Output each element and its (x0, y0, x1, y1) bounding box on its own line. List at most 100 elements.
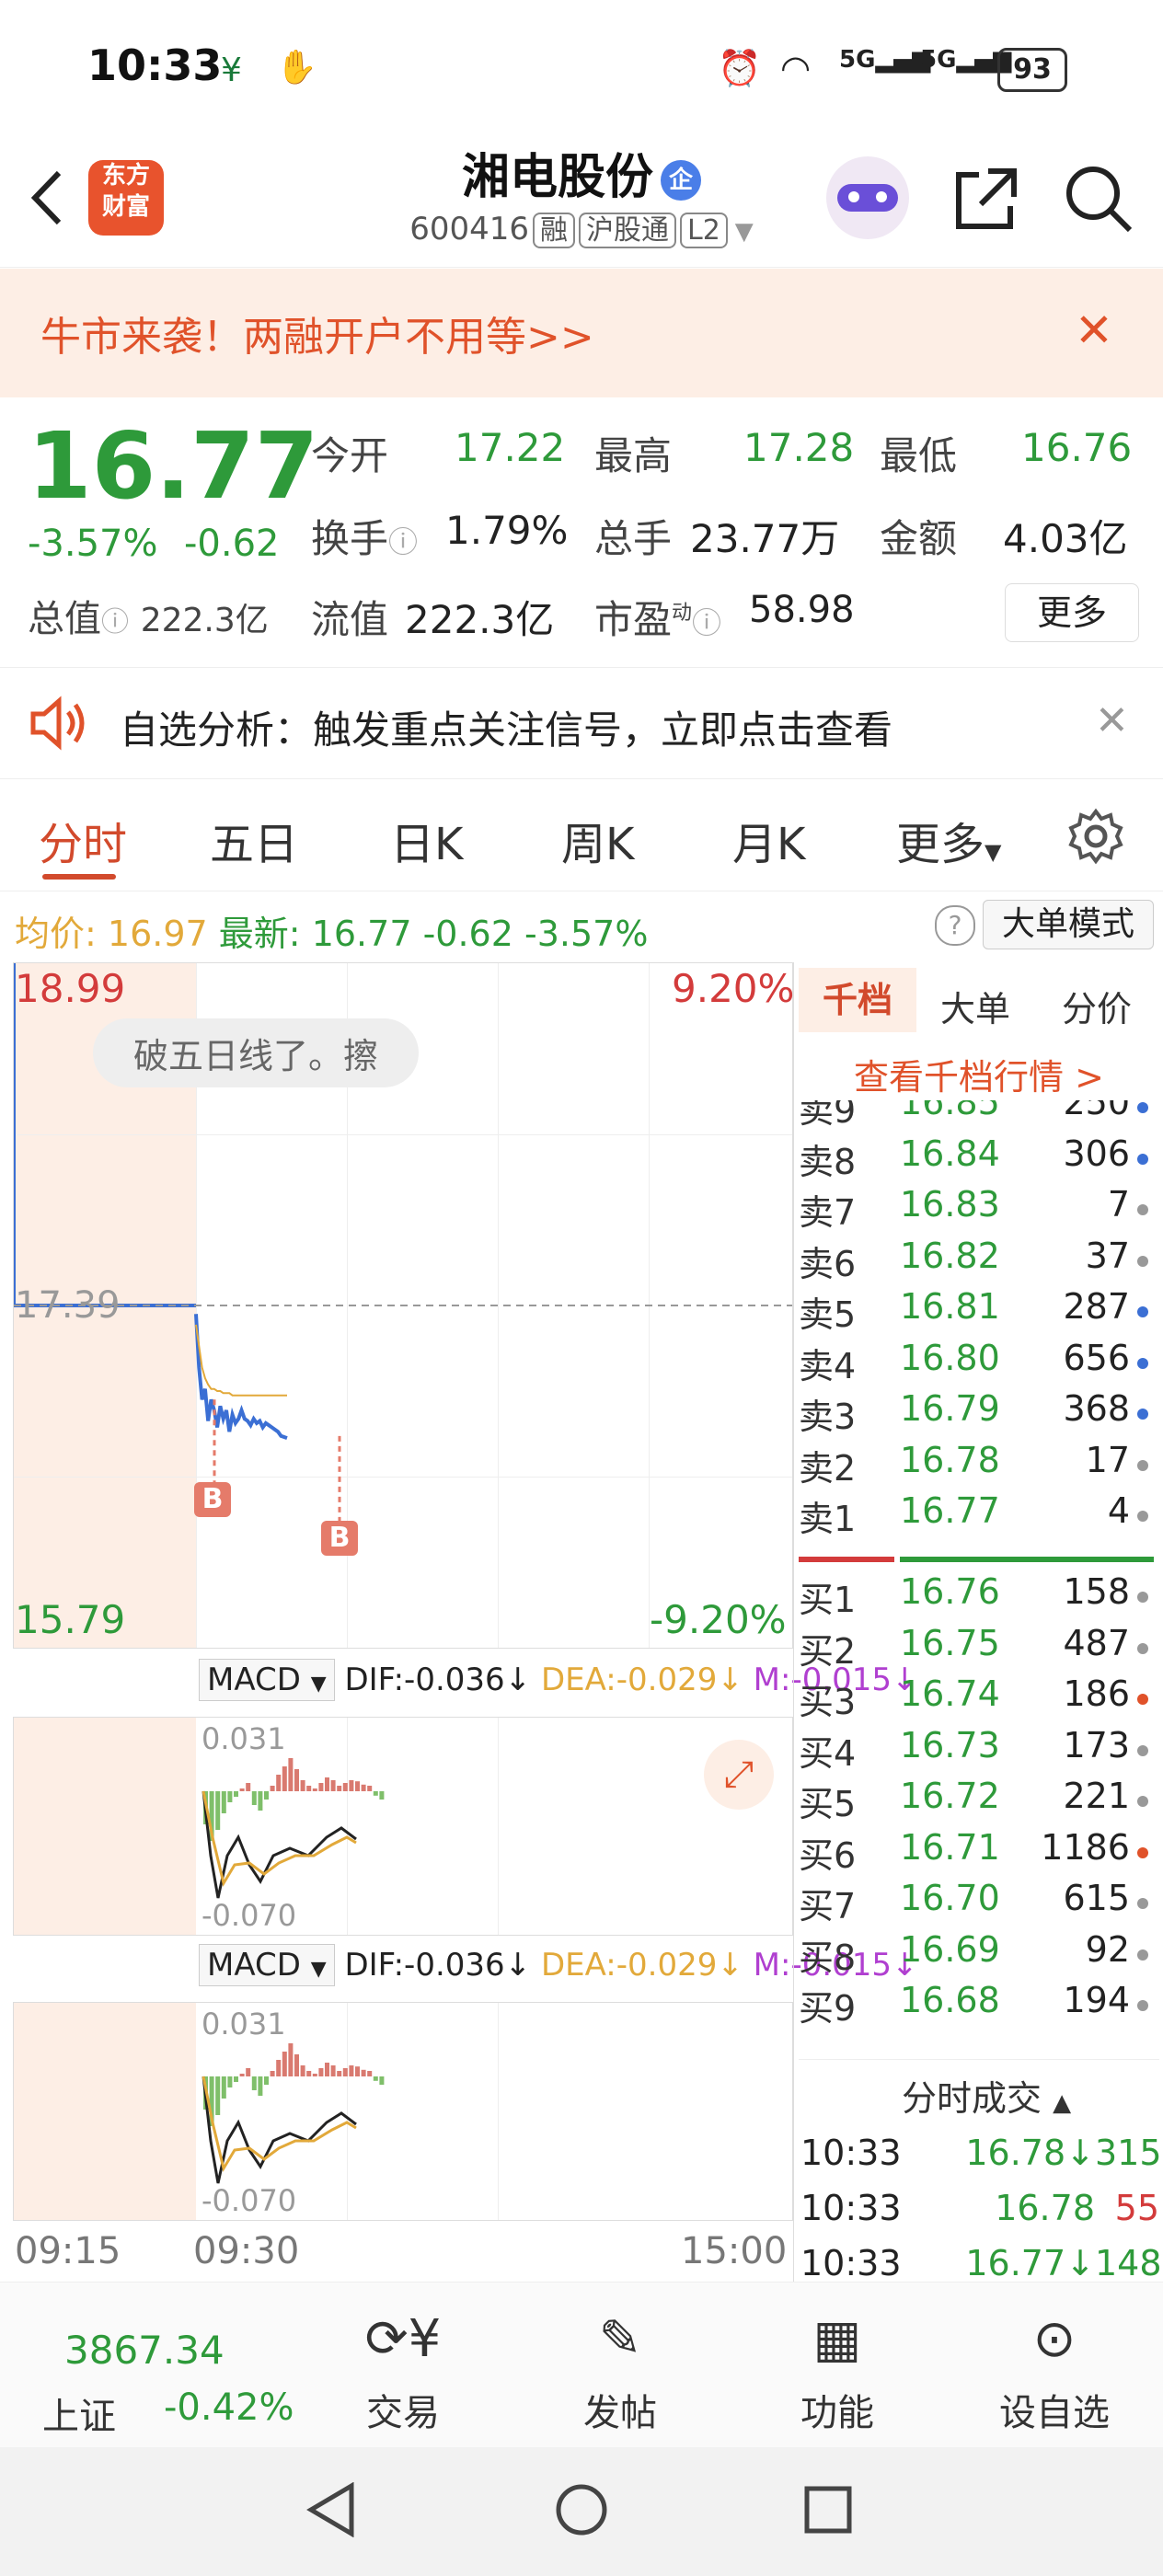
robot-assistant-icon[interactable] (826, 156, 909, 239)
tab-intraday[interactable]: 分时 (39, 808, 127, 872)
tab-price-distribution[interactable]: 分价 (1062, 981, 1132, 1031)
bids-row[interactable]: 买7 16.70 615 (799, 1878, 1157, 1929)
big-order-mode-button[interactable]: 大单模式 (983, 900, 1154, 949)
tab-daily-k[interactable]: 日K (390, 808, 463, 872)
share-icon[interactable] (951, 164, 1021, 234)
macd-bar (373, 2076, 378, 2081)
trades-title[interactable]: 分时成交 ▲ (902, 2070, 1071, 2121)
code-dropdown-icon[interactable]: ▼ (735, 218, 754, 246)
macd-panel-2[interactable]: 0.031 -0.070 (13, 2002, 793, 2221)
tab-weekly-k[interactable]: 周K (561, 808, 634, 872)
level-dot (1137, 1949, 1148, 1961)
macd-panel-1[interactable]: 0.031 -0.070 ⤢ (13, 1717, 793, 1936)
bids-row[interactable]: 买9 16.68 194 (799, 1980, 1157, 2031)
bids-row[interactable]: 买3 16.74 186 (799, 1673, 1157, 1725)
pre-open-line (14, 963, 196, 1307)
time-label-start: 09:15 (15, 2230, 121, 2272)
expand-icon[interactable]: ⤢ (704, 1740, 774, 1810)
alert-text[interactable]: 自选分析：触发重点关注信号，立即点击查看 (120, 699, 892, 755)
nav-back-icon[interactable] (305, 2482, 357, 2537)
macd-bar (288, 1758, 294, 1791)
low-label: 最低 (880, 433, 958, 478)
bids-row[interactable]: 买5 16.72 221 (799, 1776, 1157, 1827)
speaker-icon (30, 696, 85, 751)
level-label: 卖3 (799, 1397, 857, 1437)
level-label: 买6 (799, 1834, 857, 1876)
level-dot (1137, 1255, 1148, 1267)
settings-gear-icon[interactable] (1067, 808, 1124, 865)
bids-row[interactable]: 买2 16.75 487 (799, 1623, 1157, 1674)
tab-five-day[interactable]: 五日 (210, 808, 298, 872)
level-label: 卖5 (799, 1294, 857, 1335)
orderbook-list[interactable]: 卖9 16.85 250 卖8 16.84 306 卖7 16.83 7 卖6 16.82 37 卖5 1… (799, 1100, 1159, 2057)
macd-bar (276, 2060, 282, 2076)
tab-monthly-k[interactable]: 月K (732, 808, 805, 872)
promo-text[interactable]: 牛市来袭！两融开户不用等>> (40, 304, 594, 362)
level-price: 16.78 (900, 1439, 1000, 1480)
index-value[interactable]: 3867.34 (64, 2328, 225, 2373)
asks-row[interactable]: 卖2 16.78 17 (799, 1440, 1157, 1491)
macd-bar (379, 1791, 385, 1800)
macd-bar (270, 2071, 275, 2076)
nav-post[interactable]: ✎ 发帖 (547, 2309, 694, 2436)
macd-selector-1[interactable]: MACD ▼ (199, 1659, 335, 1701)
buy-marker-1[interactable]: B (194, 1482, 231, 1517)
chart-top-percent: 9.20% (672, 966, 795, 1011)
macd-bar (367, 2071, 373, 2076)
macd-bar (246, 1783, 251, 1791)
level-dot (1137, 2000, 1148, 2011)
level-price: 16.70 (900, 1878, 1000, 1918)
asks-row[interactable]: 卖1 16.77 4 (799, 1490, 1157, 1542)
asks-row[interactable]: 卖4 16.80 656 (799, 1338, 1157, 1389)
tab-thousand-level[interactable]: 千档 (799, 968, 916, 1032)
level-dot (1137, 1642, 1148, 1654)
nav-home-icon[interactable] (554, 2482, 609, 2537)
bids-row[interactable]: 买6 16.71 1186 (799, 1827, 1157, 1879)
tab-big-orders[interactable]: 大单 (940, 981, 1010, 1031)
chart-bottom-price: 15.79 (15, 1597, 126, 1642)
macd-selector-2[interactable]: MACD ▼ (199, 1944, 335, 1986)
open-label: 今开 (311, 433, 389, 478)
alert-close-icon[interactable]: ✕ (1095, 697, 1129, 744)
index-name[interactable]: 上证 (42, 2386, 116, 2440)
help-icon[interactable]: ? (935, 905, 975, 946)
asks-row[interactable]: 卖3 16.79 368 (799, 1388, 1157, 1440)
nav-functions[interactable]: ▦ 功能 (764, 2309, 911, 2436)
tag-l2: L2 (679, 213, 728, 248)
search-icon[interactable] (1062, 162, 1135, 236)
level-label: 买9 (799, 1988, 857, 2029)
index-change[interactable]: -0.42% (164, 2386, 294, 2429)
nav-add-watchlist[interactable]: ⊙ 设自选 (981, 2309, 1128, 2436)
bids-row[interactable]: 买4 16.73 173 (799, 1725, 1157, 1777)
macd-bar (221, 1791, 226, 1813)
level-dot (1137, 1846, 1148, 1858)
macd-bar (300, 2065, 305, 2076)
asks-row[interactable]: 卖6 16.82 37 (799, 1236, 1157, 1287)
comment-bubble[interactable]: 破五日线了。擦 (93, 1018, 420, 1087)
tab-more[interactable]: 更多▼ (896, 808, 1001, 872)
buy-marker-2[interactable]: B (321, 1521, 358, 1556)
macd-bar (361, 1784, 366, 1791)
asks-row[interactable]: 卖9 16.85 250 (799, 1100, 1157, 1133)
amount-value: 4.03亿 (1003, 516, 1128, 561)
nav-trade[interactable]: ⟳¥ 交易 (329, 2309, 477, 2436)
float-label: 流值 (311, 597, 389, 642)
level-price: 16.68 (900, 1980, 1000, 2020)
signal-5g-icon-1: 5G▂▄▆ (839, 46, 931, 74)
avg-price: 16.97 (107, 914, 208, 954)
avg-price-line (195, 1324, 287, 1397)
intraday-chart[interactable]: 破五日线了。擦 B B (13, 962, 793, 1649)
view-thousand-link[interactable]: 查看千档行情 > (854, 1049, 1104, 1099)
asks-row[interactable]: 卖8 16.84 306 (799, 1133, 1157, 1185)
level-dot (1137, 1204, 1148, 1215)
asks-row[interactable]: 卖7 16.83 7 (799, 1184, 1157, 1236)
bids-row[interactable]: 买8 16.69 92 (799, 1929, 1157, 1981)
level-price: 16.79 (900, 1388, 1000, 1429)
macd-bar (264, 2076, 269, 2085)
promo-close-icon[interactable]: ✕ (1075, 304, 1113, 357)
status-bar: 10:33 ¥ ✋ ⏰ ◠ 5G▂▄▆ 5G▂▄▆ 93 (0, 0, 1163, 138)
more-quote-button[interactable]: 更多 (1005, 583, 1139, 642)
bids-row[interactable]: 买1 16.76 158 (799, 1571, 1157, 1623)
asks-row[interactable]: 卖5 16.81 287 (799, 1286, 1157, 1338)
nav-recents-icon[interactable] (802, 2484, 854, 2536)
